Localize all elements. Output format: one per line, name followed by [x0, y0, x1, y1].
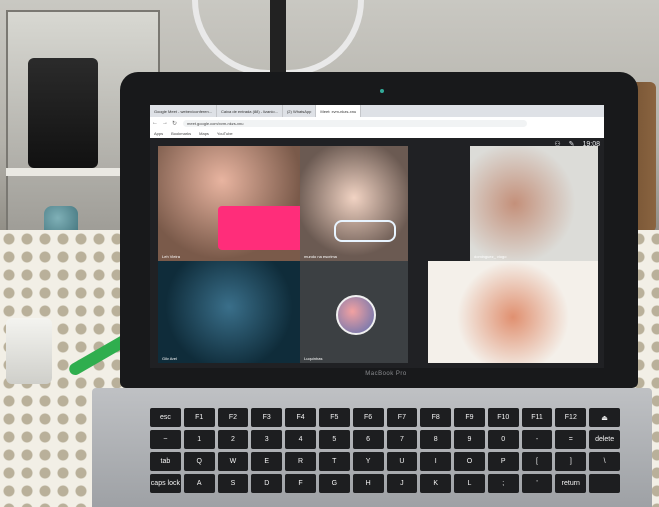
keyboard-key[interactable]: esc: [150, 408, 181, 427]
keyboard-key[interactable]: J: [386, 474, 418, 493]
keyboard-key[interactable]: S: [217, 474, 249, 493]
keyboard-key[interactable]: A: [183, 474, 215, 493]
bookmark-item[interactable]: Apps: [154, 131, 163, 136]
keyboard-key[interactable]: 6: [352, 430, 384, 449]
keyboard-key[interactable]: ;: [487, 474, 519, 493]
keyboard-key[interactable]: F5: [318, 408, 350, 427]
reload-icon[interactable]: ↻: [172, 120, 177, 127]
laptop-charger: [6, 318, 52, 384]
keyboard-key[interactable]: return: [555, 474, 587, 493]
participant-tile: mundo na escrima: [300, 146, 408, 261]
webcam-icon: [380, 89, 384, 93]
browser-tabbar: Google Meet - webex/conferen... Caixa de…: [150, 105, 604, 117]
browser-tab[interactable]: Google Meet - webex/conferen...: [150, 105, 218, 117]
participant-name: Leh Vieira: [162, 254, 180, 259]
participant-tile: Leh Vieira: [158, 146, 300, 261]
participant-tile: [428, 261, 598, 363]
keyboard-key[interactable]: 8: [420, 430, 452, 449]
back-arrow-icon[interactable]: ←: [152, 120, 158, 126]
keyboard-key[interactable]: 3: [251, 430, 283, 449]
participant-name: Luquinhas: [304, 356, 323, 361]
participant-tile: dominguez_ viogo: [470, 146, 598, 261]
participant-name: dominguez_ viogo: [474, 254, 507, 259]
keyboard-key[interactable]: F4: [285, 408, 316, 427]
participant-tile: Luquinhas: [300, 261, 408, 363]
keyboard-key[interactable]: K: [420, 474, 452, 493]
keyboard-key[interactable]: R: [285, 452, 316, 471]
ring-light-stand: [270, 0, 286, 80]
keyboard-key[interactable]: 1: [183, 430, 215, 449]
keyboard-key[interactable]: H: [352, 474, 384, 493]
keyboard-key[interactable]: [589, 474, 620, 493]
keyboard-key[interactable]: =: [555, 430, 587, 449]
laptop-brand-label: MacBook Pro: [365, 371, 407, 377]
keyboard-key[interactable]: F11: [521, 408, 553, 427]
keyboard-key[interactable]: [: [521, 452, 553, 471]
photo: Google Meet - webex/conferen... Caixa de…: [0, 0, 659, 507]
keyboard-key[interactable]: E: [251, 452, 283, 471]
keyboard-key[interactable]: L: [454, 474, 485, 493]
keyboard-key[interactable]: F1: [183, 408, 215, 427]
keyboard-key[interactable]: 0: [487, 430, 519, 449]
laptop-screen: Google Meet - webex/conferen... Caixa de…: [150, 105, 604, 368]
bookmark-item[interactable]: Maps: [199, 131, 209, 136]
keyboard-key[interactable]: F: [285, 474, 316, 493]
keyboard-key[interactable]: U: [386, 452, 418, 471]
keyboard-key[interactable]: F10: [487, 408, 519, 427]
keyboard-key[interactable]: P: [487, 452, 519, 471]
keyboard-key[interactable]: -: [521, 430, 553, 449]
keyboard-key[interactable]: 9: [454, 430, 485, 449]
participant-name: Gilv Arel: [162, 356, 177, 361]
keyboard-key[interactable]: Q: [183, 452, 215, 471]
avatar: [336, 295, 376, 335]
keyboard-key[interactable]: F7: [386, 408, 418, 427]
bookmark-item[interactable]: YouTube: [217, 131, 233, 136]
keyboard-key[interactable]: ]: [555, 452, 587, 471]
keyboard-key[interactable]: W: [217, 452, 249, 471]
keyboard-key[interactable]: caps lock: [150, 474, 181, 493]
keyboard-key[interactable]: F2: [217, 408, 249, 427]
browser-tab-active[interactable]: Meet: xvm-nkzs-xnu: [316, 105, 362, 117]
keyboard: esc F1 F2 F3 F4 F5 F6 F7 F8 F9 F10 F11 F12 ⏏ ~1 2 3 4 5 6 7 8…: [150, 408, 620, 507]
glasses: [334, 220, 396, 242]
keyboard-key[interactable]: tab: [150, 452, 181, 471]
browser-tab[interactable]: Caixa de entrada (88) - lizanio...: [217, 105, 283, 117]
keyboard-key[interactable]: Y: [352, 452, 384, 471]
participant-tile: Gilv Arel: [158, 261, 300, 363]
bookmark-item[interactable]: Bookmarks: [171, 131, 191, 136]
keyboard-key[interactable]: 5: [318, 430, 350, 449]
keyboard-key[interactable]: O: [454, 452, 485, 471]
keyboard-key[interactable]: 7: [386, 430, 418, 449]
browser-tab[interactable]: (2) WhatsApp: [283, 105, 317, 117]
keyboard-key[interactable]: 2: [217, 430, 249, 449]
address-bar[interactable]: meet.google.com/xvm-nkzs-xnu: [183, 119, 528, 127]
coffee-maker: [28, 58, 98, 168]
keyboard-key[interactable]: delete: [589, 430, 620, 449]
keyboard-key[interactable]: F12: [555, 408, 587, 427]
keyboard-key[interactable]: F8: [420, 408, 452, 427]
keyboard-key[interactable]: ⏏: [589, 408, 620, 427]
meet-video-grid: ⚇ ✎ 19:08 Leh Vieira mundo na escrima do…: [150, 138, 604, 368]
keyboard-key[interactable]: D: [251, 474, 283, 493]
keyboard-key[interactable]: F6: [352, 408, 384, 427]
keyboard-key[interactable]: F9: [454, 408, 485, 427]
keyboard-key[interactable]: T: [318, 452, 350, 471]
keyboard-key[interactable]: \: [589, 452, 620, 471]
keyboard-key[interactable]: ~: [150, 430, 181, 449]
keyboard-key[interactable]: ': [521, 474, 553, 493]
forward-arrow-icon[interactable]: →: [162, 120, 168, 126]
keyboard-key[interactable]: F3: [251, 408, 283, 427]
keyboard-key[interactable]: 4: [285, 430, 316, 449]
keyboard-key[interactable]: G: [318, 474, 350, 493]
participant-name: mundo na escrima: [304, 254, 337, 259]
keyboard-key[interactable]: I: [420, 452, 452, 471]
browser-toolbar: ← → ↻ meet.google.com/xvm-nkzs-xnu: [150, 117, 604, 129]
pink-phone: [218, 206, 300, 250]
